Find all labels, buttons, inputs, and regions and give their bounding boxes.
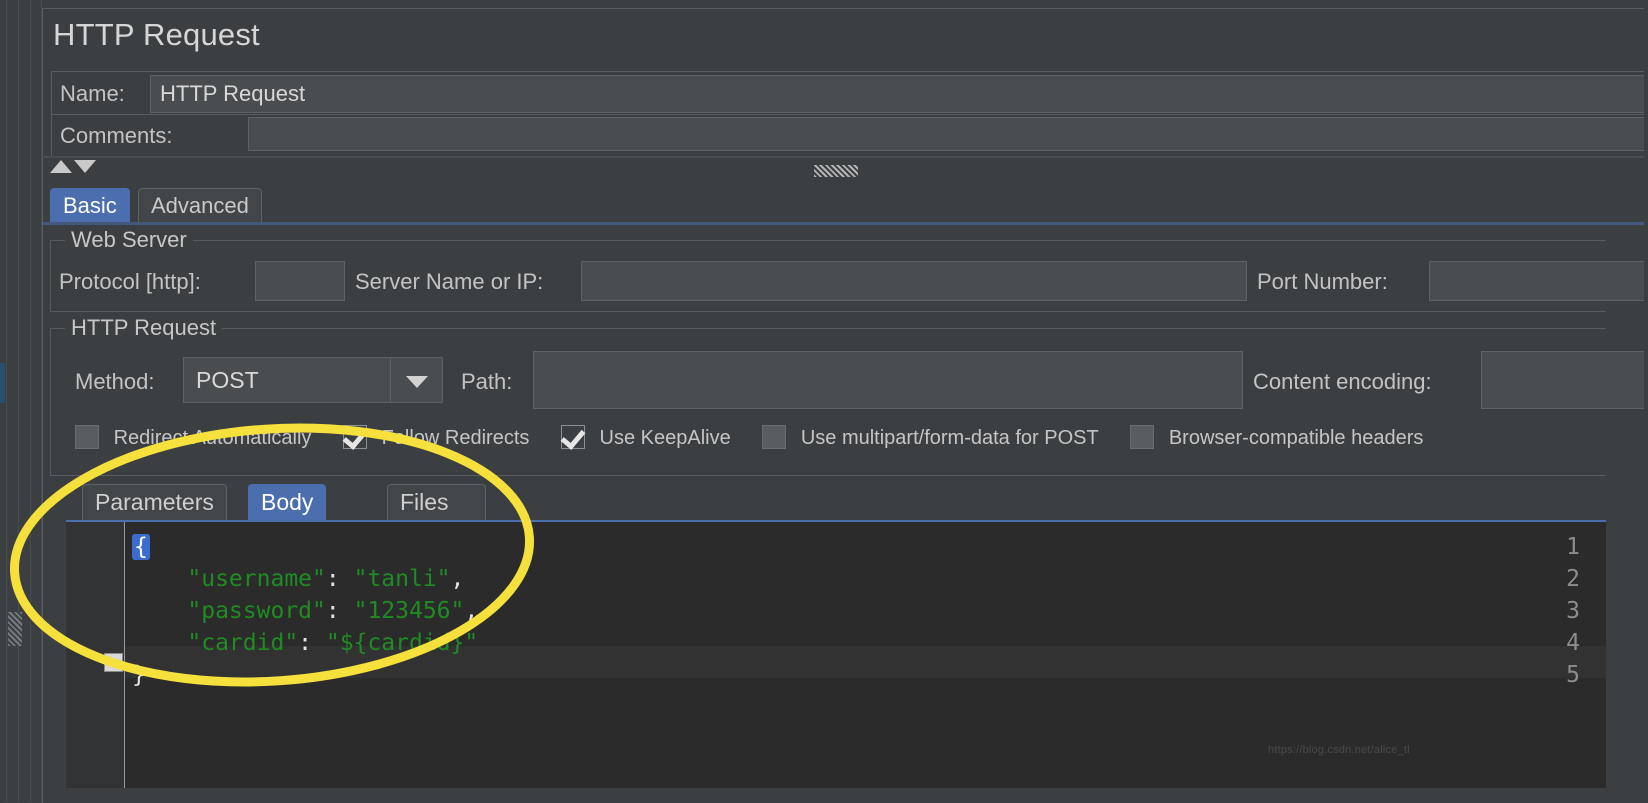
code-line-1: {: [132, 534, 150, 560]
code-fold-collapse-icon[interactable]: [104, 653, 123, 672]
checkbox-browser-compatible-headers[interactable]: Browser-compatible headers: [1130, 425, 1423, 450]
checkbox-redirect-automatically[interactable]: Redirect Automatically: [75, 425, 311, 450]
name-row: Name: HTTP Request: [51, 71, 1647, 115]
comments-input[interactable]: [248, 117, 1647, 151]
line-number: 3: [1548, 598, 1606, 624]
window-right-edge: [1644, 0, 1648, 802]
checkbox-box[interactable]: [762, 425, 786, 449]
subtab-body-data[interactable]: Body Data: [248, 484, 326, 520]
content-encoding-label: Content encoding:: [1253, 369, 1432, 395]
page-title: HTTP Request: [53, 17, 260, 53]
web-server-group-title: Web Server: [65, 227, 193, 253]
selection-marker: [0, 363, 5, 403]
method-label: Method:: [75, 369, 155, 395]
checkbox-label: Redirect Automatically: [114, 427, 312, 450]
drag-handle-dots-icon[interactable]: [814, 165, 858, 177]
code-line-3: "password": "123456",: [132, 598, 478, 624]
chevron-down-icon[interactable]: [74, 160, 96, 173]
checkbox-box[interactable]: [1130, 425, 1154, 449]
comments-row: Comments:: [51, 115, 1647, 157]
strip-divider: [30, 0, 31, 802]
watermark-url: https://blog.csdn.net/alice_tl: [1268, 744, 1410, 756]
protocol-input[interactable]: [255, 261, 345, 301]
name-label: Name:: [60, 81, 125, 107]
strip-divider: [18, 0, 19, 802]
ide-left-strip: [0, 0, 42, 802]
server-name-label: Server Name or IP:: [355, 269, 543, 295]
tab-advanced[interactable]: Advanced: [138, 188, 262, 222]
checkbox-label: Use multipart/form-data for POST: [801, 427, 1099, 450]
main-tabstrip: Basic Advanced: [50, 188, 1606, 224]
tab-underline: [42, 222, 1648, 225]
server-name-input[interactable]: [581, 261, 1247, 301]
line-number: 1: [1548, 534, 1606, 560]
comments-label: Comments:: [60, 123, 172, 149]
checkbox-label: Browser-compatible headers: [1169, 427, 1424, 450]
checkbox-label: Follow Redirects: [382, 427, 530, 450]
code-line-4: "cardid": "${cardid}": [132, 630, 478, 656]
checkbox-box[interactable]: [561, 425, 585, 449]
path-input[interactable]: [533, 351, 1243, 409]
code-open-brace: {: [132, 534, 150, 560]
method-selected-value: POST: [196, 367, 259, 394]
subtab-parameters[interactable]: Parameters: [82, 484, 227, 520]
checkbox-box[interactable]: [343, 425, 367, 449]
line-number: 4: [1548, 630, 1606, 656]
tab-basic[interactable]: Basic: [50, 188, 130, 222]
subtab-files-upload[interactable]: Files Upload: [387, 484, 486, 520]
http-options-checkbox-row: Redirect Automatically Follow Redirects …: [75, 425, 1449, 459]
checkbox-box[interactable]: [75, 425, 99, 449]
checkbox-use-keepalive[interactable]: Use KeepAlive: [561, 425, 731, 450]
code-line-2: "username": "tanli",: [132, 566, 464, 592]
port-number-input[interactable]: [1429, 261, 1648, 301]
editor-indent-guide: [124, 522, 125, 788]
checkbox-follow-redirects[interactable]: Follow Redirects: [343, 425, 529, 450]
protocol-label: Protocol [http]:: [59, 269, 201, 295]
name-input[interactable]: HTTP Request: [150, 75, 1647, 113]
method-dropdown-arrow-box[interactable]: [390, 358, 442, 402]
code-line-5: }: [132, 662, 146, 688]
line-number: 2: [1548, 566, 1606, 592]
port-number-label: Port Number:: [1257, 269, 1388, 295]
chevron-down-icon: [406, 376, 428, 388]
panel-title-bar: HTTP Request: [43, 9, 1648, 63]
path-label: Path:: [461, 369, 512, 395]
checkbox-label: Use KeepAlive: [600, 427, 731, 450]
collapse-expand-arrows[interactable]: [50, 160, 96, 178]
line-number: 5: [1548, 662, 1606, 688]
chevron-up-icon[interactable]: [50, 160, 72, 173]
http-request-group: HTTP Request Method: POST Path: Content …: [50, 328, 1606, 476]
http-request-group-title: HTTP Request: [65, 315, 222, 341]
checkbox-use-multipart-form-data[interactable]: Use multipart/form-data for POST: [762, 425, 1098, 450]
method-dropdown[interactable]: POST: [183, 357, 443, 403]
strip-divider: [6, 0, 7, 802]
web-server-group: Web Server Protocol [http]: Server Name …: [50, 240, 1606, 312]
splitter-grip-handle[interactable]: [8, 612, 22, 646]
panel-splitter: [42, 156, 1648, 158]
content-encoding-input[interactable]: [1481, 351, 1648, 409]
